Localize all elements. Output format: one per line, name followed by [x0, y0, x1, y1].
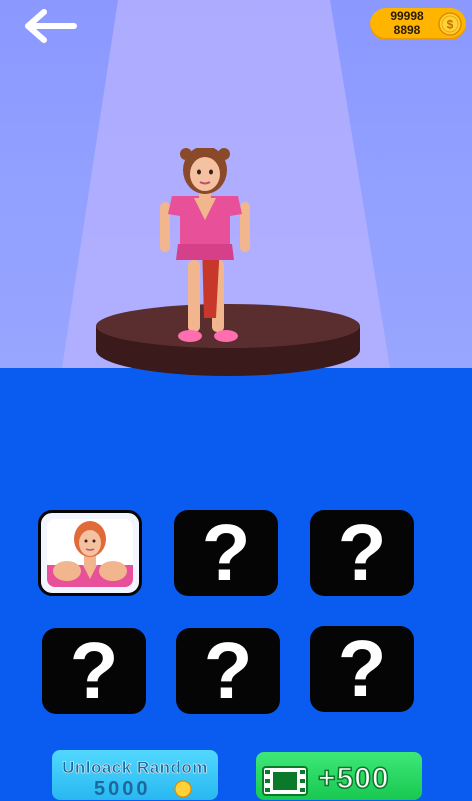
coin-counter: 99998 8898 $ — [370, 8, 466, 40]
unlock-random-label: Unloack Random — [62, 758, 208, 778]
character-portrait — [47, 519, 133, 587]
outfit-grid: ? ? ? ? ? — [38, 508, 418, 718]
question-mark-icon: ? — [337, 508, 387, 597]
question-mark-icon: ? — [203, 626, 253, 715]
outfit-slot-locked[interactable]: ? — [42, 628, 146, 714]
question-mark-icon: ? — [337, 624, 387, 713]
back-arrow-icon — [25, 9, 77, 43]
question-mark-icon: ? — [201, 508, 251, 597]
unlock-price: 5000 — [94, 778, 151, 800]
outfit-slot-locked[interactable]: ? — [174, 510, 278, 596]
outfit-slot-locked[interactable]: ? — [310, 626, 414, 712]
coin-icon — [174, 780, 192, 798]
question-mark-icon: ? — [69, 626, 119, 715]
watch-ad-reward-button[interactable]: +500 — [256, 752, 422, 800]
outfit-slot-locked[interactable]: ? — [176, 628, 280, 714]
unlock-random-button[interactable]: Unloack Random 5000 — [52, 750, 218, 800]
back-button[interactable] — [14, 6, 80, 46]
ad-reward-amount: +500 — [317, 761, 390, 796]
coin-icon: $ — [438, 12, 462, 36]
outfit-slot-unlocked[interactable] — [38, 510, 142, 596]
coin-amount: 99998 8898 — [378, 9, 436, 37]
character-model — [160, 148, 250, 342]
coin-amount-line2: 8898 — [393, 23, 421, 37]
svg-text:$: $ — [447, 18, 454, 32]
coin-amount-line1: 99998 — [390, 9, 424, 23]
outfit-slot-locked[interactable]: ? — [310, 510, 414, 596]
